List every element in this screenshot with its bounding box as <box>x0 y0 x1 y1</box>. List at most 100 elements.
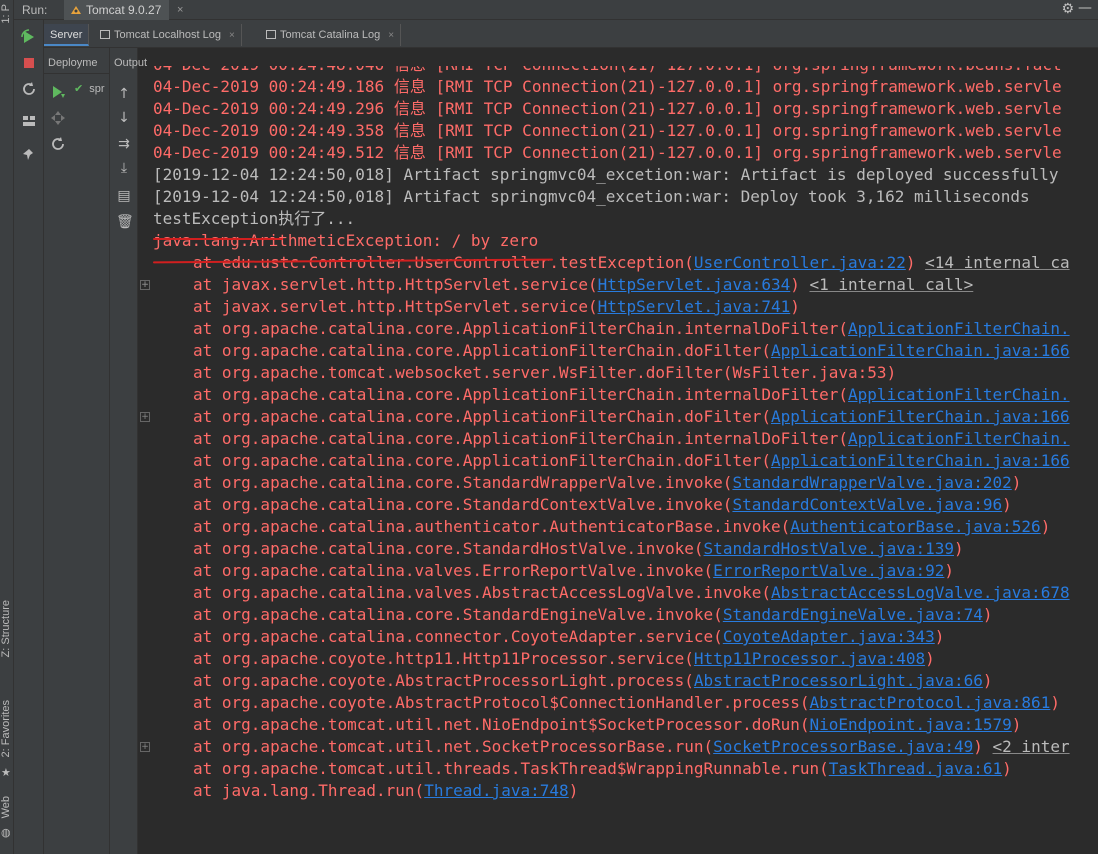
stack-frame: at org.apache.catalina.core.StandardWrap… <box>153 472 1098 494</box>
stack-frame-link[interactable]: TaskThread.java:61 <box>829 759 1002 778</box>
stack-frame-link[interactable]: AbstractProtocol.java:861 <box>810 693 1051 712</box>
stack-frame-link[interactable]: HttpServlet.java:741 <box>598 297 791 316</box>
console-gutter: + + + + <box>138 66 152 854</box>
stack-frame-link[interactable]: StandardEngineValve.java:74 <box>723 605 983 624</box>
stack-frame: at org.apache.tomcat.util.threads.TaskTh… <box>153 758 1098 780</box>
artifact-line: [2019-12-04 12:24:50,018] Artifact sprin… <box>153 165 1059 184</box>
log-line: 04-Dec-2019 00:24:48.046 信息 [RMI TCP Con… <box>153 66 1098 76</box>
stack-frame-link[interactable]: ApplicationFilterChain.java:166 <box>771 407 1070 426</box>
stack-frame-method: at org.apache.catalina.authenticator.Aut… <box>193 517 791 536</box>
stack-frame-link[interactable]: HttpServlet.java:634 <box>598 275 791 294</box>
stack-frame-link[interactable]: NioEndpoint.java:1579 <box>810 715 1012 734</box>
stack-frame-link[interactable]: ApplicationFilterChain.java:166 <box>771 341 1070 360</box>
log-date: 04-Dec-2019 00:24:49.296 <box>153 99 385 118</box>
deploy-all-icon[interactable] <box>50 84 66 100</box>
log-line: 04-Dec-2019 00:24:49.512 信息 [RMI TCP Con… <box>153 142 1098 164</box>
stack-frame-method: at org.apache.coyote.AbstractProtocol$Co… <box>193 693 810 712</box>
trash-icon[interactable]: 🗑 <box>116 214 134 230</box>
print-icon[interactable]: ▤ <box>116 188 132 204</box>
favorites-stripe-label[interactable]: 2: Favorites <box>0 700 14 757</box>
stack-frame: at javax.servlet.http.HttpServlet.servic… <box>153 296 1098 318</box>
stack-frame-link[interactable]: WsFilter.java:53 <box>732 363 886 382</box>
web-stripe-label[interactable]: Web <box>0 796 14 818</box>
stack-frame: at org.apache.coyote.http11.Http11Proces… <box>153 648 1098 670</box>
stack-frame-method: at org.apache.catalina.connector.CoyoteA… <box>193 627 723 646</box>
log-source: org.springframework.web.servle <box>772 77 1062 96</box>
structure-stripe-label[interactable]: Z: Structure <box>0 600 14 657</box>
layout-icon[interactable] <box>20 112 38 130</box>
stack-frame: at edu.ustc.Controller.UserController.te… <box>153 252 1098 274</box>
fold-toggle-icon[interactable]: + <box>140 280 150 290</box>
minimize-icon[interactable]: — <box>1078 0 1092 16</box>
fold-toggle-icon[interactable]: + <box>140 412 150 422</box>
stack-frame-link[interactable]: ApplicationFilterChain.java:166 <box>771 451 1070 470</box>
tab-tomcat-localhost-log[interactable]: Tomcat Localhost Log × <box>94 24 242 46</box>
log-source: org.springframework.web.servle <box>772 121 1062 140</box>
stack-frame: at org.apache.catalina.core.StandardHost… <box>153 538 1098 560</box>
tab-tomcat-catalina-log[interactable]: Tomcat Catalina Log × <box>260 24 402 46</box>
tab-localhost-label: Tomcat Localhost Log <box>114 29 222 41</box>
refresh-icon[interactable] <box>50 136 66 152</box>
globe-icon[interactable]: ◍ <box>1 826 11 839</box>
stack-frame-method: at javax.servlet.http.HttpServlet.servic… <box>193 275 598 294</box>
log-icon <box>266 30 276 39</box>
internal-calls-link[interactable]: <14 internal ca <box>925 253 1070 272</box>
stack-frame-link[interactable]: CoyoteAdapter.java:343 <box>723 627 935 646</box>
stack-frame-method: at org.apache.tomcat.websocket.server.Ws… <box>193 363 733 382</box>
stack-frame-suffix: ) <box>925 649 935 668</box>
stack-frame-method: at org.apache.catalina.core.ApplicationF… <box>193 385 849 404</box>
stack-frame-link[interactable]: StandardHostValve.java:139 <box>704 539 954 558</box>
fold-toggle-icon[interactable]: + <box>140 742 150 752</box>
gear-icon[interactable]: ⚙ <box>1061 1 1074 17</box>
stack-frame-suffix: ) <box>982 605 993 624</box>
stack-frame-link[interactable]: ApplicationFilterChain. <box>848 385 1070 404</box>
tomcat-icon <box>71 6 81 14</box>
close-icon[interactable]: × <box>229 30 235 41</box>
stack-frame-link[interactable]: StandardContextValve.java:96 <box>732 495 1002 514</box>
internal-calls-link[interactable]: <2 inter <box>993 737 1070 756</box>
stack-frame: at org.apache.tomcat.websocket.server.Ws… <box>153 362 1098 384</box>
stack-frame-link[interactable]: Http11Processor.java:408 <box>694 649 925 668</box>
tab-server[interactable]: Server <box>44 24 90 46</box>
star-icon[interactable]: ★ <box>1 766 11 779</box>
log-line: 04-Dec-2019 00:24:49.296 信息 [RMI TCP Con… <box>153 98 1098 120</box>
stack-frame-link[interactable]: ErrorReportValve.java:92 <box>713 561 944 580</box>
stack-frame-suffix: ) <box>568 781 579 800</box>
log-thread: [RMI TCP Connection(21)-127.0.0.1] <box>435 66 763 74</box>
stack-frame-link[interactable]: AbstractProcessorLight.java:66 <box>694 671 983 690</box>
soft-wrap-icon[interactable]: ⇉ <box>116 136 132 152</box>
deployment-item[interactable]: ✔ spr <box>74 82 105 95</box>
stack-frame-link[interactable]: ApplicationFilterChain. <box>848 429 1070 448</box>
stop-icon[interactable] <box>20 54 38 72</box>
stack-frame-link[interactable]: ApplicationFilterChain. <box>848 319 1070 338</box>
arrow-up-icon[interactable]: ↑ <box>116 86 132 102</box>
run-config-tab[interactable]: Tomcat 9.0.27 × <box>64 0 183 20</box>
close-icon[interactable]: × <box>388 30 394 41</box>
log-source: org.springframework.web.servle <box>772 99 1062 118</box>
stack-frame-link[interactable]: UserController.java:22 <box>694 253 906 272</box>
scroll-to-end-icon[interactable]: ⤓ <box>116 160 132 176</box>
log-thread: [RMI TCP Connection(21)-127.0.0.1] <box>435 99 763 118</box>
stack-frame-suffix: ) <box>982 671 993 690</box>
arrow-down-icon[interactable]: ↓ <box>116 110 132 126</box>
log-level: 信息 <box>394 66 426 74</box>
log-date: 04-Dec-2019 00:24:48.046 <box>153 66 384 74</box>
console-output[interactable]: ++++ 04-Dec-2019 00:24:48.046 信息 [RMI TC… <box>138 66 1098 854</box>
close-icon[interactable]: × <box>177 0 183 20</box>
stack-frame-link[interactable]: Thread.java:748 <box>424 781 569 800</box>
update-app-icon[interactable] <box>20 80 38 98</box>
stack-frame: at org.apache.catalina.core.ApplicationF… <box>153 450 1098 472</box>
stack-frame-link[interactable]: SocketProcessorBase.java:49 <box>713 737 973 756</box>
rerun-icon[interactable] <box>20 28 38 46</box>
internal-calls-link[interactable]: <1 internal call> <box>810 275 974 294</box>
pin-icon[interactable] <box>20 146 38 164</box>
output-toolbar: ↑ ↓ ⇉ ⤓ ▤ 🗑 <box>110 48 138 854</box>
stack-frame-suffix: ) <box>973 737 993 756</box>
stack-frame-link[interactable]: StandardWrapperValve.java:202 <box>732 473 1011 492</box>
project-stripe-label[interactable]: 1: P <box>0 4 14 24</box>
stack-frame-link[interactable]: AbstractAccessLogValve.java:678 <box>771 583 1070 602</box>
stack-frame-method: at org.apache.catalina.core.StandardEngi… <box>193 605 723 624</box>
stack-frame-method: at org.apache.coyote.AbstractProcessorLi… <box>193 671 694 690</box>
move-icon[interactable] <box>50 110 66 126</box>
stack-frame-link[interactable]: AuthenticatorBase.java:526 <box>790 517 1040 536</box>
